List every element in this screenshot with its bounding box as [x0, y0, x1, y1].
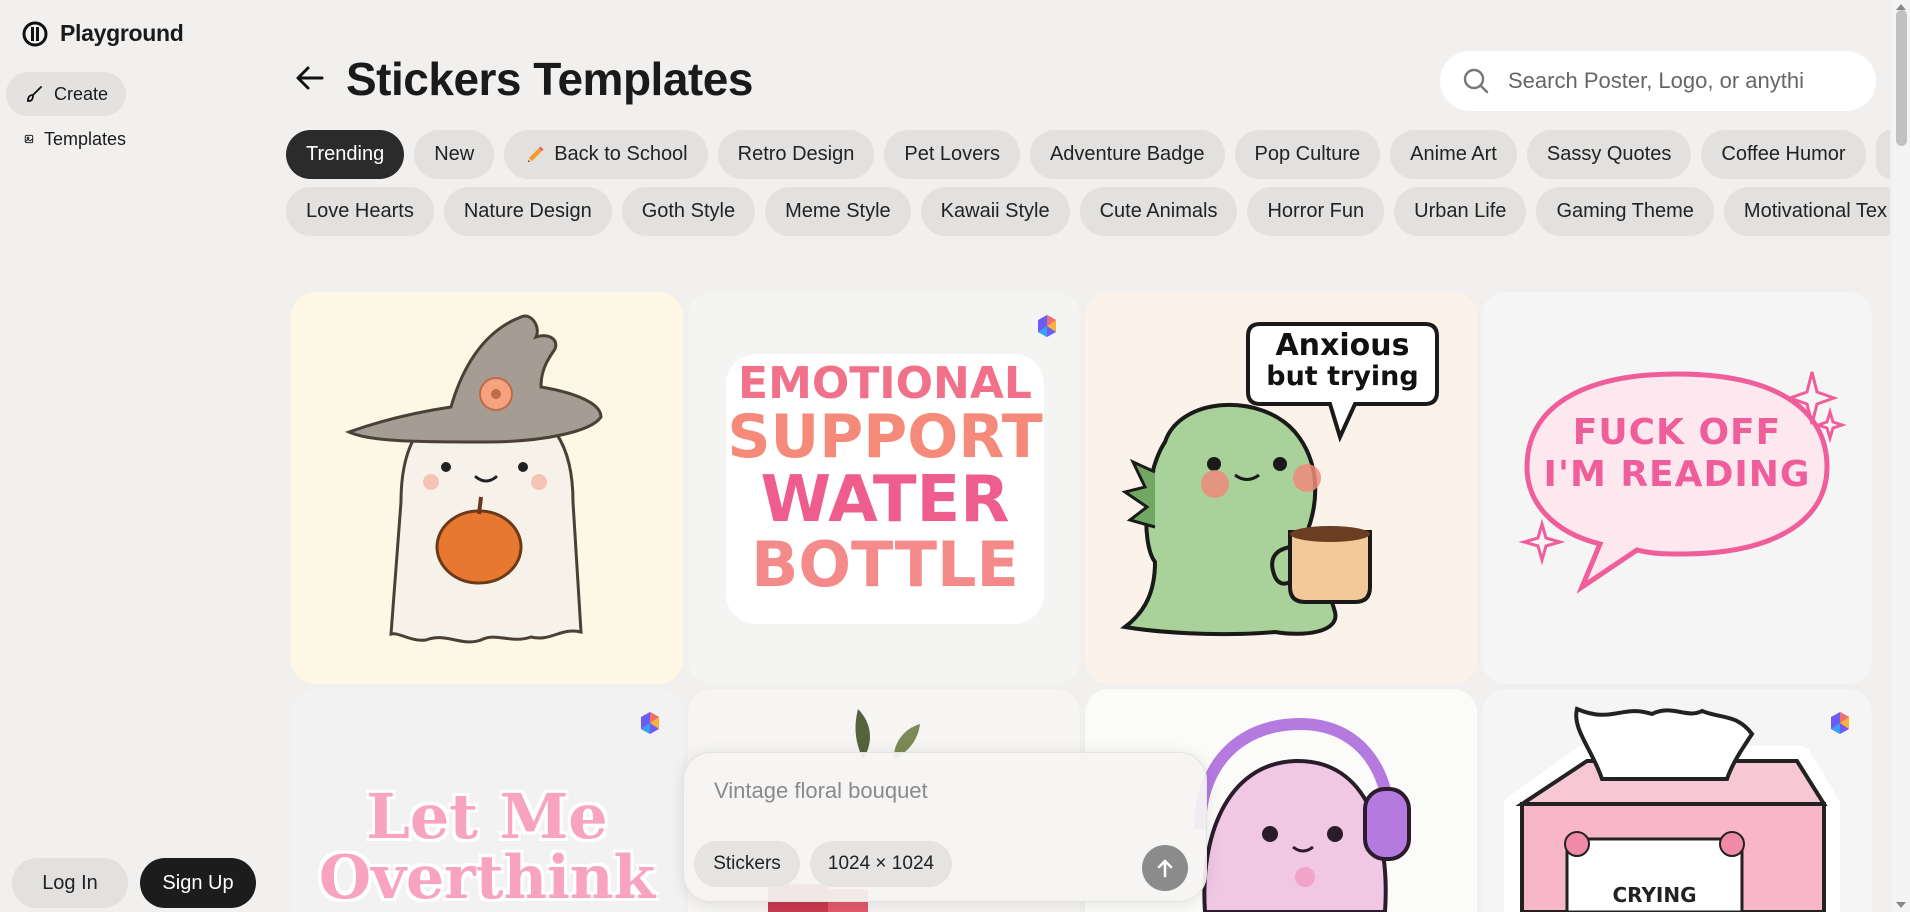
overthink-text: Let Me Overthink [291, 785, 683, 909]
scrollbar-thumb[interactable] [1896, 10, 1907, 146]
sticker-text-line: but trying [1266, 361, 1419, 393]
templates-icon [24, 134, 34, 144]
template-card-tissue-box[interactable]: CRYING [1482, 689, 1872, 912]
sticker-text-line: WATER [760, 463, 1010, 538]
chip-meme-style[interactable]: Meme Style [765, 187, 911, 236]
prompt-composer: Stickers 1024 × 1024 [683, 752, 1207, 902]
type-selector-button[interactable]: Stickers [694, 841, 800, 887]
chip-goth-style[interactable]: Goth Style [621, 187, 756, 236]
chip-adventure-badge[interactable]: Adventure Badge [1029, 130, 1225, 179]
sticker-text-line: Let Me [366, 780, 608, 853]
chip-row-2: Love Hearts Nature Design Goth Style Mem… [286, 187, 1890, 236]
sidebar-item-label: Templates [43, 128, 126, 149]
page-title: Stickers Templates [346, 53, 753, 105]
chip-pop-culture[interactable]: Pop Culture [1234, 130, 1381, 179]
chip-anime-art[interactable]: Anime Art [1390, 130, 1517, 179]
signup-button[interactable]: Sign Up [140, 858, 256, 908]
chip-horror-fun[interactable]: Horror Fun [1247, 187, 1385, 236]
template-card-anxious-dino[interactable]: Anxious but trying [1085, 292, 1477, 684]
login-button[interactable]: Log In [12, 858, 128, 908]
ghost-witch-image [345, 314, 603, 644]
brush-icon [27, 86, 42, 102]
sticker-text-line: FUCK OFF [1572, 412, 1782, 453]
page-scrollbar[interactable] [1892, 0, 1910, 912]
water-bottle-text: EMOTIONAL SUPPORT WATER BOTTLE [726, 358, 1044, 602]
chip-nature-design[interactable]: Nature Design [443, 187, 612, 236]
tissue-box-image [1504, 706, 1840, 912]
sticker-text-line: I'M READING [1543, 454, 1811, 496]
speech-bubble-text: Anxious but trying [1248, 328, 1437, 393]
chip-pet-lovers[interactable]: Pet Lovers [884, 130, 1020, 179]
tissue-label: CRYING [1612, 883, 1697, 907]
size-selector-button[interactable]: 1024 × 1024 [810, 841, 952, 887]
search-input[interactable] [1506, 67, 1850, 95]
premium-badge-icon [641, 712, 659, 734]
chip-love-hearts[interactable]: Love Hearts [286, 187, 434, 236]
playground-logo-icon [22, 21, 48, 46]
chip-new[interactable]: New [414, 130, 495, 179]
sticker-text-line: EMOTIONAL [738, 358, 1032, 409]
chip-urban-life[interactable]: Urban Life [1394, 187, 1527, 236]
chip-more[interactable] [1875, 130, 1890, 179]
arrow-up-icon [1157, 859, 1173, 878]
chip-kawaii-style[interactable]: Kawaii Style [920, 187, 1070, 236]
template-card-overthink[interactable]: Let Me Overthink [291, 689, 683, 912]
reading-text: FUCK OFF I'M READING [1527, 412, 1827, 497]
chip-motivational-text[interactable]: Motivational Tex [1723, 187, 1890, 236]
chip-retro-design[interactable]: Retro Design [717, 130, 875, 179]
chip-row-1: Trending New Back to School Retro Design… [286, 130, 1890, 179]
template-card-water-bottle[interactable]: EMOTIONAL SUPPORT WATER BOTTLE [688, 292, 1080, 684]
chip-gaming-theme[interactable]: Gaming Theme [1536, 187, 1714, 236]
prompt-input[interactable] [712, 777, 1176, 805]
chip-sassy-quotes[interactable]: Sassy Quotes [1526, 130, 1692, 179]
scroll-down-arrow-icon[interactable] [1896, 902, 1906, 908]
chip-label: Back to School [554, 143, 688, 165]
template-card-reading[interactable]: FUCK OFF I'M READING [1482, 292, 1872, 684]
search-bar[interactable] [1440, 51, 1876, 111]
pencil-icon [528, 146, 544, 162]
chip-cute-animals[interactable]: Cute Animals [1079, 187, 1238, 236]
sidebar-item-label: Create [54, 83, 109, 104]
search-icon [1463, 68, 1489, 94]
sticker-text-line: Anxious [1275, 328, 1410, 363]
chip-trending[interactable]: Trending [286, 130, 405, 179]
brand[interactable]: Playground [22, 20, 184, 47]
template-card-ghost-witch[interactable] [291, 292, 683, 684]
sticker-text-line: BOTTLE [751, 528, 1019, 602]
sticker-text-line: Overthink [318, 843, 656, 912]
sticker-text-line: SUPPORT [727, 401, 1043, 472]
back-arrow-icon[interactable] [294, 62, 326, 94]
brand-name: Playground [60, 20, 184, 46]
sidebar-item-create[interactable]: Create [6, 72, 126, 116]
chip-coffee-humor[interactable]: Coffee Humor [1701, 130, 1866, 179]
chip-back-to-school[interactable]: Back to School [504, 130, 708, 179]
send-button[interactable] [1142, 845, 1188, 891]
sidebar-item-templates[interactable]: Templates [6, 117, 126, 161]
